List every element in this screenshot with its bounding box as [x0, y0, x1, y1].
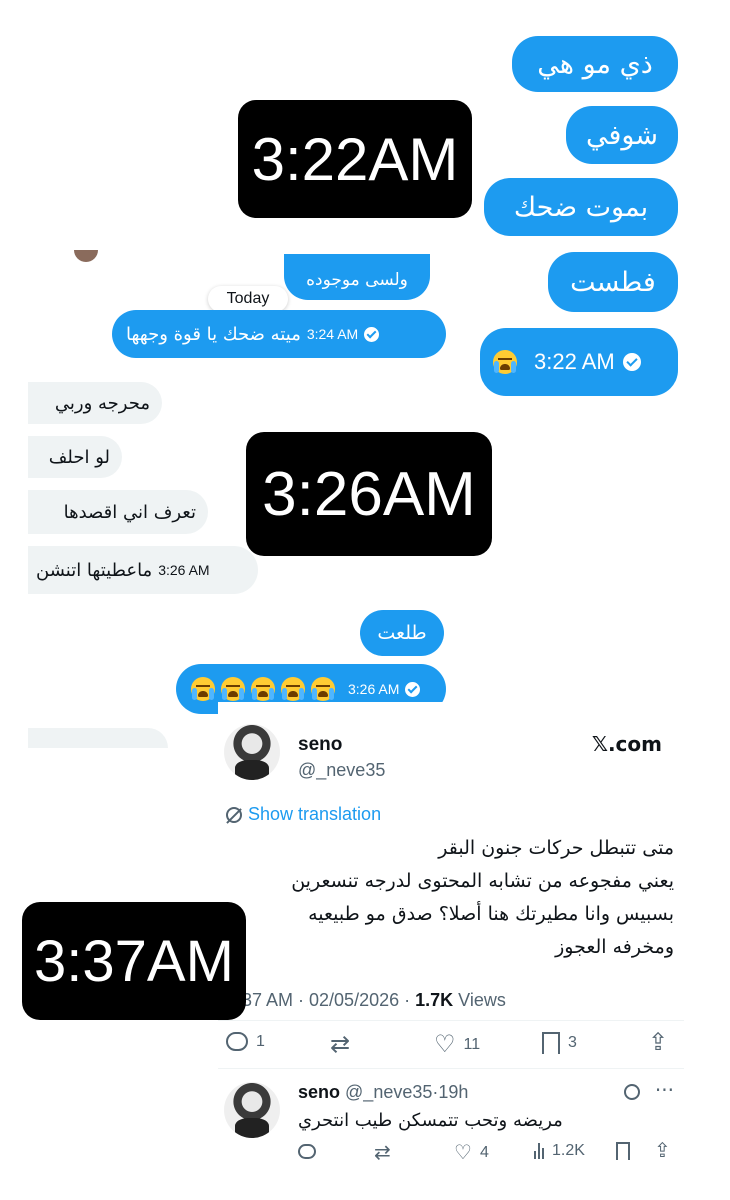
- chat-bubble-in: محرجه وربي: [28, 382, 162, 424]
- time-badge: 3:37AM: [22, 902, 246, 1020]
- tweet-views-count: 1.7K: [415, 990, 454, 1010]
- tweet-line: متى تتبطل حركات جنون البقر: [438, 837, 674, 859]
- crying-emoji-icon: [191, 677, 215, 701]
- chat-bubble-in: لو احلف: [28, 436, 122, 478]
- message-text: ميته ضحك يا قوة وجهها: [126, 323, 301, 345]
- chat-bubble-in-with-time: ماعطيتها اتنشن 3:26 AM: [28, 546, 258, 594]
- tweet-text: متى تتبطل حركات جنون البقر يعني مفجوعه م…: [214, 832, 674, 964]
- reply-text: مريضه وتحب تتمسكن طيب انتحري: [298, 1110, 563, 1131]
- chat-bubble-out: ذي مو هي: [512, 36, 678, 92]
- translate-icon: [226, 806, 242, 824]
- message-time: 3:26 AM: [348, 681, 400, 697]
- reply-reply-button[interactable]: [298, 1144, 316, 1159]
- retweet-icon: ⇄: [374, 1142, 391, 1164]
- time-badge: 3:26AM: [246, 432, 492, 556]
- heart-icon: ♡: [434, 1031, 456, 1058]
- tweet-line: يعني مفجوعه من تشابه المحتوى لدرجه تنسعر…: [291, 870, 674, 892]
- reply-views-count: 1.2K: [552, 1142, 585, 1159]
- retweet-button[interactable]: ⇄: [330, 1030, 350, 1059]
- reply-like-button[interactable]: ♡ 4: [454, 1140, 489, 1165]
- reply-age: ·19h: [432, 1082, 469, 1102]
- heart-icon: ♡: [454, 1142, 472, 1164]
- like-count: 11: [463, 1035, 481, 1053]
- reply-button[interactable]: 1: [226, 1032, 265, 1051]
- reply-icon: [298, 1144, 316, 1159]
- tweet-meta: 37 AM · 02/05/2026 · 1.7K Views: [242, 990, 506, 1011]
- tweet-timestamp[interactable]: 37 AM · 02/05/2026 ·: [242, 990, 415, 1010]
- reply-count: 1: [256, 1032, 265, 1050]
- reply-views-button[interactable]: 1.2K: [534, 1142, 585, 1160]
- divider: [218, 1068, 684, 1069]
- divider: [218, 1020, 684, 1021]
- reply-avatar[interactable]: [224, 1082, 280, 1138]
- reply-author-name[interactable]: seno: [298, 1082, 340, 1102]
- reply-translate-icon[interactable]: [624, 1084, 640, 1100]
- chat-bubble-out-with-time: ميته ضحك يا قوة وجهها 3:24 AM: [112, 310, 446, 358]
- chat-bubble-out: طلعت: [360, 610, 444, 656]
- tweet-line: ومخرفه العجوز: [555, 936, 674, 958]
- x-brand-logo: 𝕏.com: [591, 732, 662, 756]
- time-badge: 3:22AM: [238, 100, 472, 218]
- bookmark-icon: [542, 1032, 560, 1054]
- read-check-icon: [622, 353, 641, 371]
- bookmark-count: 3: [568, 1034, 577, 1051]
- chat-bubble-in: تعرف اني اقصدها: [28, 490, 208, 534]
- avatar[interactable]: [224, 724, 280, 780]
- tweet-card: seno @_neve35 𝕏.com Show translation متى…: [218, 702, 684, 1172]
- reply-share-button[interactable]: ⇪: [654, 1138, 671, 1163]
- reply-icon: [226, 1032, 248, 1051]
- read-check-icon: [364, 326, 380, 342]
- crying-emoji-icon: [493, 350, 517, 374]
- chat-bubble-out: شوفي: [566, 106, 678, 164]
- more-options-icon[interactable]: ···: [655, 1078, 674, 1102]
- views-icon: [534, 1143, 544, 1159]
- date-label: Today: [208, 286, 288, 312]
- tweet-author-name[interactable]: seno: [298, 734, 342, 756]
- chat-bubble-out-partial: ولسى موجوده: [284, 254, 430, 300]
- chat-bubble-out: بموت ضحك: [484, 178, 678, 236]
- retweet-icon: ⇄: [330, 1031, 351, 1058]
- chat-bubble-out-with-time: 3:22 AM: [480, 328, 678, 396]
- message-time: 3:26 AM: [158, 562, 210, 578]
- chat-bubble-out: فطست: [548, 252, 678, 312]
- show-translation-label: Show translation: [248, 804, 382, 824]
- bookmark-icon: [616, 1142, 630, 1160]
- tweet-author-handle[interactable]: @_neve35: [298, 760, 385, 781]
- reply-like-count: 4: [479, 1143, 489, 1161]
- reply-retweet-button[interactable]: ⇄: [374, 1140, 391, 1165]
- crying-emoji-icon: [281, 677, 305, 701]
- chat-bubble-in-partial: [28, 728, 168, 748]
- show-translation-link[interactable]: Show translation: [226, 804, 381, 825]
- share-icon: ⇪: [654, 1140, 671, 1162]
- share-icon: ⇪: [648, 1029, 669, 1056]
- tweet-line: بسبيس وانا مطيرتك هنا أصلا؟ صدق مو طبيعي…: [308, 903, 674, 925]
- crying-emoji-icon: [221, 677, 245, 701]
- reply-bookmark-button[interactable]: [616, 1142, 630, 1160]
- crying-emoji-icon: [311, 677, 335, 701]
- message-time: 3:24 AM: [306, 326, 359, 342]
- message-text: ماعطيتها اتنشن: [36, 559, 153, 581]
- avatar-partial: [74, 250, 98, 262]
- read-check-icon: [405, 681, 421, 697]
- tweet-views-label: Views: [453, 990, 506, 1010]
- share-button[interactable]: ⇪: [648, 1028, 668, 1057]
- message-time: 3:22 AM: [534, 349, 615, 374]
- reply-header: seno @_neve35·19h: [298, 1082, 468, 1103]
- crying-emoji-icon: [251, 677, 275, 701]
- reply-author-handle[interactable]: @_neve35: [345, 1082, 432, 1102]
- bookmark-button[interactable]: 3: [542, 1032, 577, 1054]
- like-button[interactable]: ♡ 11: [434, 1030, 480, 1059]
